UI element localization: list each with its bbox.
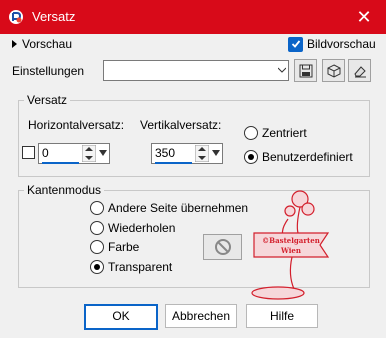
transparent-label: Transparent: [108, 260, 173, 274]
window-title: Versatz: [32, 9, 76, 24]
versatz-group-title: Versatz: [24, 93, 71, 107]
ok-button[interactable]: OK: [84, 304, 158, 330]
bildvorschau-label: Bildvorschau: [307, 37, 376, 51]
einstellungen-label: Einstellungen: [12, 64, 85, 78]
expand-triangle-icon: [12, 40, 17, 48]
svg-text:Wien: Wien: [280, 246, 301, 255]
app-icon: [9, 10, 23, 24]
versatz-group: [18, 100, 370, 177]
focus-underline: [42, 162, 79, 164]
radio-circle: [90, 240, 104, 254]
dropdown-arrow-icon[interactable]: [99, 150, 107, 156]
vertikal-value: 350: [155, 146, 176, 160]
reset-defaults-button[interactable]: [322, 59, 345, 82]
eraser-icon: [353, 65, 366, 77]
einstellungen-combo[interactable]: [103, 60, 289, 81]
preview-label: Vorschau: [22, 37, 73, 51]
horizontal-value: 0: [42, 146, 49, 160]
spinner-arrows-icon[interactable]: [195, 145, 209, 162]
dice-icon: [327, 63, 340, 78]
close-button[interactable]: ✕: [350, 4, 378, 30]
wiederholen-radio[interactable]: Wiederholen: [90, 221, 175, 235]
farbe-label: Farbe: [108, 240, 140, 254]
andere-seite-label: Andere Seite übernehmen: [108, 201, 249, 215]
color-picker-button[interactable]: [203, 234, 242, 260]
radio-circle: [244, 126, 258, 140]
vertikal-spin[interactable]: 350: [151, 143, 223, 164]
transparent-radio[interactable]: Transparent: [90, 260, 172, 274]
title-bar: Versatz ✕: [0, 0, 386, 34]
benutzerdefiniert-label: Benutzerdefiniert: [262, 150, 353, 164]
checkmark-icon: [288, 36, 303, 52]
link-checkbox[interactable]: [22, 146, 35, 159]
no-color-icon: [214, 239, 231, 255]
zentriert-label: Zentriert: [262, 126, 307, 140]
zentriert-radio[interactable]: Zentriert: [244, 126, 307, 140]
wiederholen-label: Wiederholen: [108, 221, 176, 235]
horizontal-label: Horizontalversatz:: [28, 118, 125, 132]
benutzerdefiniert-radio[interactable]: Benutzerdefiniert: [244, 150, 353, 164]
kantenmodus-group-title: Kantenmodus: [24, 183, 105, 197]
bildvorschau-checkbox[interactable]: Bildvorschau: [288, 36, 376, 52]
horizontal-spin[interactable]: 0: [38, 143, 110, 164]
dropdown-arrow-icon[interactable]: [212, 150, 220, 156]
focus-underline: [155, 162, 192, 164]
delete-preset-button[interactable]: [348, 59, 371, 82]
floppy-icon: [299, 64, 312, 77]
radio-circle: [90, 221, 104, 235]
radio-circle: [90, 201, 104, 215]
vertikal-label: Vertikalversatz:: [140, 118, 222, 132]
svg-text:©Bastelgarten: ©Bastelgarten: [262, 236, 320, 245]
radio-circle: [244, 150, 258, 164]
spinner-arrows-icon[interactable]: [82, 145, 96, 162]
radio-circle: [90, 260, 104, 274]
preview-toggle[interactable]: Vorschau: [12, 36, 72, 52]
andere-seite-radio[interactable]: Andere Seite übernehmen: [90, 201, 248, 215]
chevron-down-icon: [278, 67, 286, 73]
hilfe-button[interactable]: Hilfe: [246, 304, 318, 328]
watermark-logo: ©Bastelgarten Wien: [251, 190, 330, 300]
save-preset-button[interactable]: [294, 59, 317, 82]
abbrechen-button[interactable]: Abbrechen: [165, 304, 237, 328]
farbe-radio[interactable]: Farbe: [90, 240, 139, 254]
